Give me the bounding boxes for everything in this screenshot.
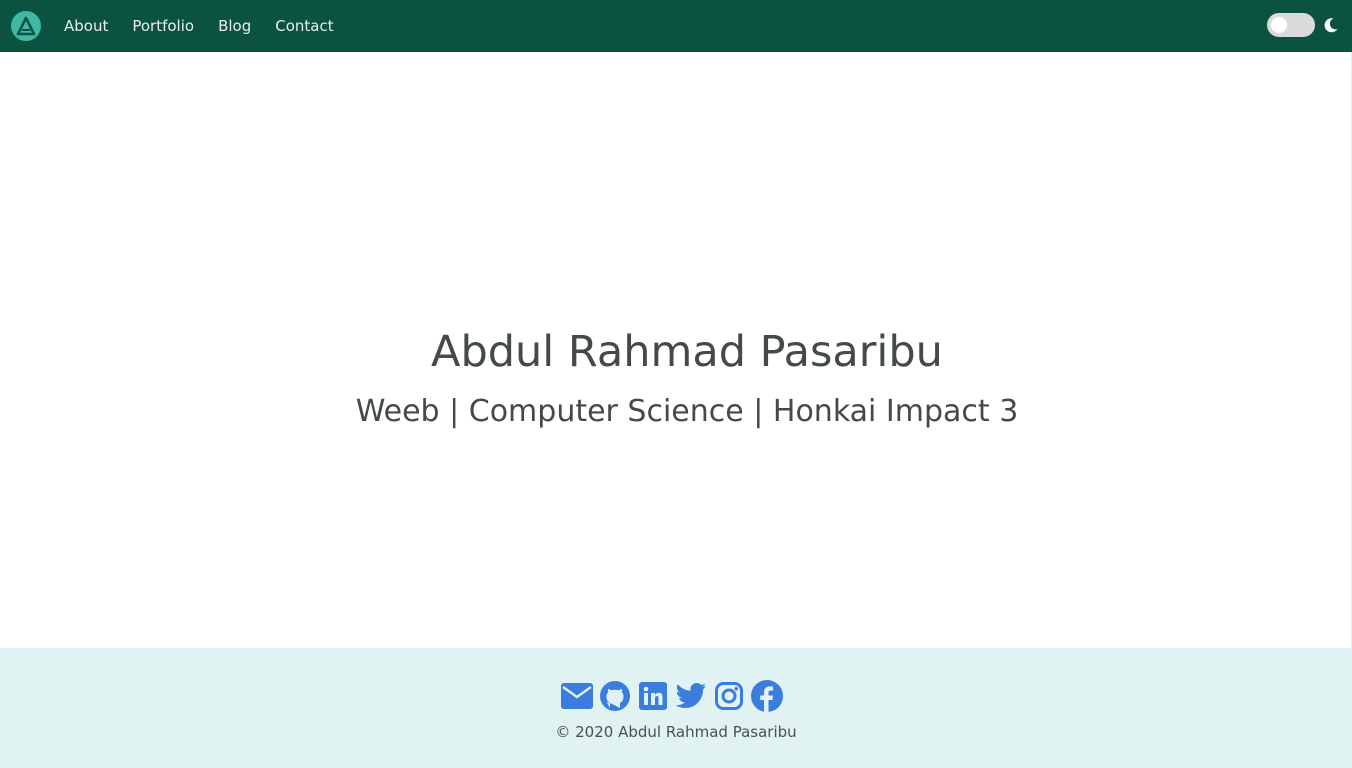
site-logo[interactable] (11, 11, 41, 41)
instagram-icon (715, 682, 743, 710)
github-link[interactable] (599, 680, 631, 712)
linkedin-icon (639, 682, 667, 710)
social-links (561, 680, 789, 712)
hero-subtitle: Weeb | Computer Science | Honkai Impact … (355, 394, 1019, 429)
triangle-a-logo-icon (16, 16, 36, 36)
email-link[interactable] (561, 680, 593, 712)
nav-link-contact[interactable]: Contact (263, 0, 345, 52)
dark-mode-toggle[interactable] (1267, 13, 1315, 37)
hero-section: Abdul Rahmad Pasaribu Weeb | Computer Sc… (0, 52, 1352, 648)
nav-links: About Portfolio Blog Contact (52, 0, 346, 52)
twitter-icon (675, 683, 706, 708)
facebook-link[interactable] (751, 680, 783, 712)
github-icon (600, 681, 630, 711)
linkedin-link[interactable] (637, 680, 669, 712)
nav-link-blog[interactable]: Blog (206, 0, 263, 52)
envelope-icon (561, 683, 593, 709)
nav-link-portfolio[interactable]: Portfolio (120, 0, 206, 52)
toggle-knob (1271, 17, 1287, 33)
hero-title: Abdul Rahmad Pasaribu (431, 327, 943, 377)
moon-icon (1324, 18, 1338, 33)
twitter-link[interactable] (675, 680, 707, 712)
nav-link-about[interactable]: About (52, 0, 120, 52)
instagram-link[interactable] (713, 680, 745, 712)
navbar: About Portfolio Blog Contact (0, 0, 1352, 52)
copyright-text: © 2020 Abdul Rahmad Pasaribu (555, 723, 797, 741)
facebook-icon (751, 680, 783, 712)
